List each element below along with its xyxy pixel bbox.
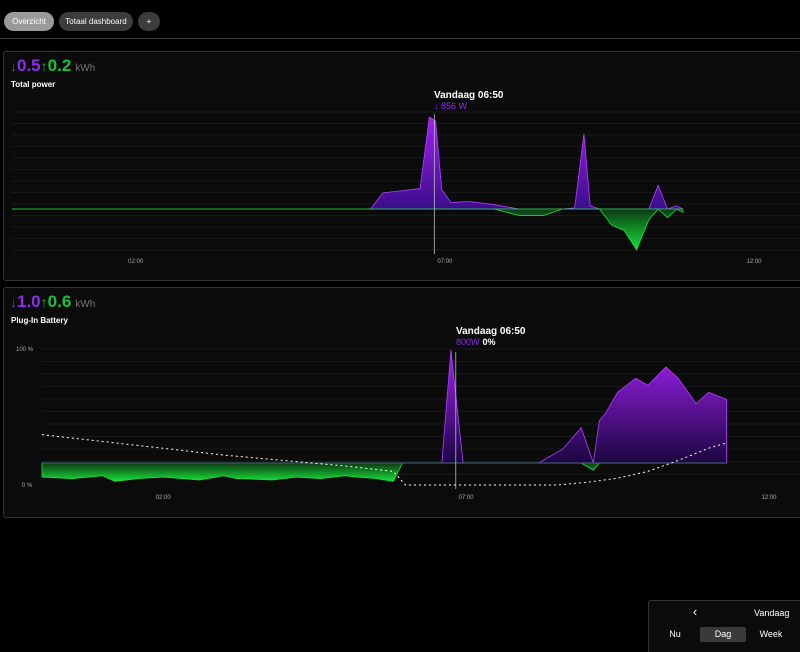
total-power-x-ticks: 02:00 07:00 12:00	[128, 259, 762, 265]
tab-add-button[interactable]: +	[138, 12, 160, 31]
battery-discharge-area	[41, 462, 727, 482]
x-tick-label: 07:00	[459, 495, 475, 501]
total-power-gridlines	[12, 111, 800, 251]
x-tick-label: 07:00	[437, 259, 453, 265]
range-option-dag[interactable]: Dag	[700, 627, 746, 642]
battery-tooltip-soc: 0%	[483, 337, 496, 347]
plug-in-battery-card: ↓1.0↑0.6 kWh Plug-In Battery 100 % 0 % 02…	[3, 287, 800, 518]
plug-in-battery-chart[interactable]: 100 % 0 % 02:00 07:00 12:00 Vandaag 06:50 …	[4, 288, 800, 517]
x-tick-label: 12:00	[746, 259, 762, 265]
range-selector: ‹ Vandaag Nu Dag Week	[648, 600, 800, 652]
x-tick-label: 12:00	[761, 495, 777, 501]
range-today-label: Vandaag	[754, 608, 790, 618]
total-power-series	[12, 116, 684, 251]
battery-charge-area	[42, 349, 727, 464]
battery-tooltip-power: 800W	[456, 337, 480, 347]
tooltip-import-arrow-icon: ↓	[434, 101, 441, 111]
battery-tooltip-time: Vandaag 06:50	[456, 326, 526, 337]
chevron-left-icon[interactable]: ‹	[687, 604, 703, 620]
battery-x-ticks: 02:00 07:00 12:00	[156, 495, 778, 501]
x-tick-label: 02:00	[156, 495, 172, 501]
x-tick-label: 02:00	[128, 259, 144, 265]
total-power-card: ↓0.5↑0.2 kWh Total power 02:00 07:00 12:00 …	[3, 51, 800, 281]
tab-totaal-dashboard[interactable]: Totaal dashboard	[59, 12, 133, 31]
battery-tooltip-value: 800W 0%	[456, 337, 496, 347]
battery-y-max-label: 100 %	[16, 347, 34, 353]
tab-overzicht[interactable]: Overzicht	[4, 12, 54, 31]
total-power-tooltip-time: Vandaag 06:50	[434, 90, 504, 101]
dashboard-tabs: Overzicht Totaal dashboard +	[0, 0, 800, 39]
import-area	[12, 116, 684, 210]
range-option-nu[interactable]: Nu	[659, 627, 691, 642]
total-power-tooltip-watts: 856 W	[441, 101, 468, 111]
range-option-week[interactable]: Week	[752, 627, 790, 642]
battery-y-min-label: 0 %	[22, 483, 33, 489]
export-area	[12, 208, 684, 251]
total-power-tooltip-value: ↓ 856 W	[434, 101, 468, 111]
total-power-chart[interactable]: 02:00 07:00 12:00 Vandaag 06:50 ↓ 856 W	[4, 52, 800, 280]
